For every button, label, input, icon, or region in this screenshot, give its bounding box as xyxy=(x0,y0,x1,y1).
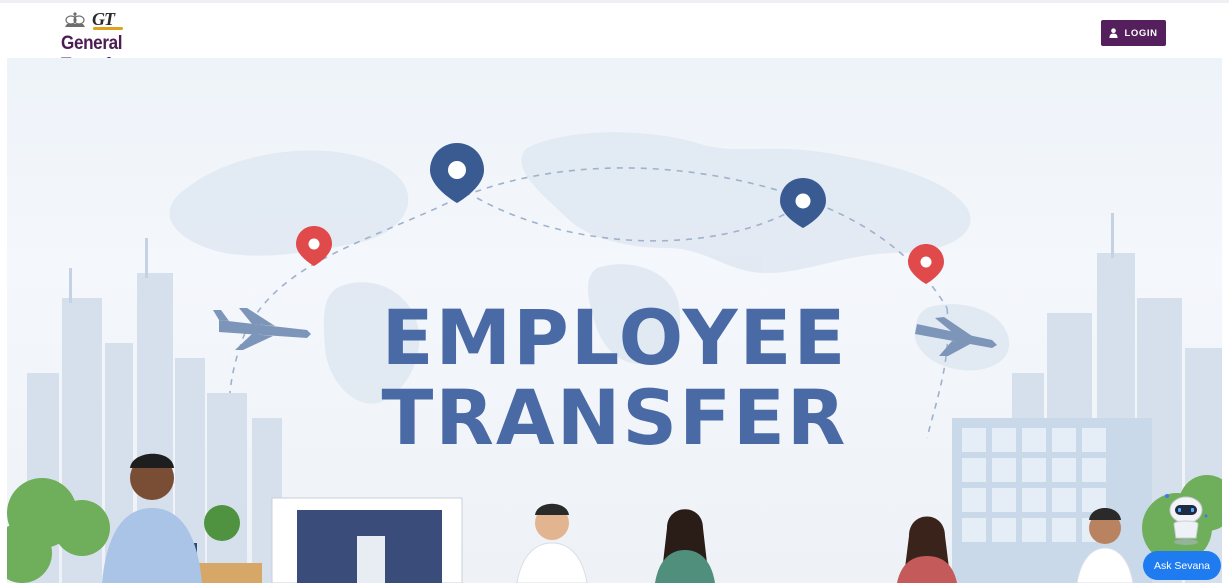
login-button[interactable]: LOGIN xyxy=(1101,20,1166,46)
hero-title: EMPLOYEE TRANSFER xyxy=(7,298,1222,458)
hero-title-line2: TRANSFER xyxy=(381,373,848,462)
user-icon xyxy=(1109,28,1119,38)
ask-sevana-button[interactable]: Ask Sevana xyxy=(1143,551,1221,580)
hero-title-line1: EMPLOYEE xyxy=(381,293,848,382)
map-pin-icon xyxy=(908,244,944,284)
chatbot-icon[interactable] xyxy=(1162,490,1210,548)
emblem-icon xyxy=(65,12,85,27)
map-pin-icon xyxy=(296,226,332,266)
login-label: LOGIN xyxy=(1124,27,1158,39)
site-logo-link[interactable]: GT General Transfer xyxy=(60,9,200,76)
hero-banner: EMPLOYEE TRANSFER xyxy=(7,58,1222,583)
map-pin-icon xyxy=(430,143,484,203)
top-navbar: GT General Transfer LOGIN xyxy=(0,0,1229,76)
logo-mark-underline xyxy=(93,27,123,30)
